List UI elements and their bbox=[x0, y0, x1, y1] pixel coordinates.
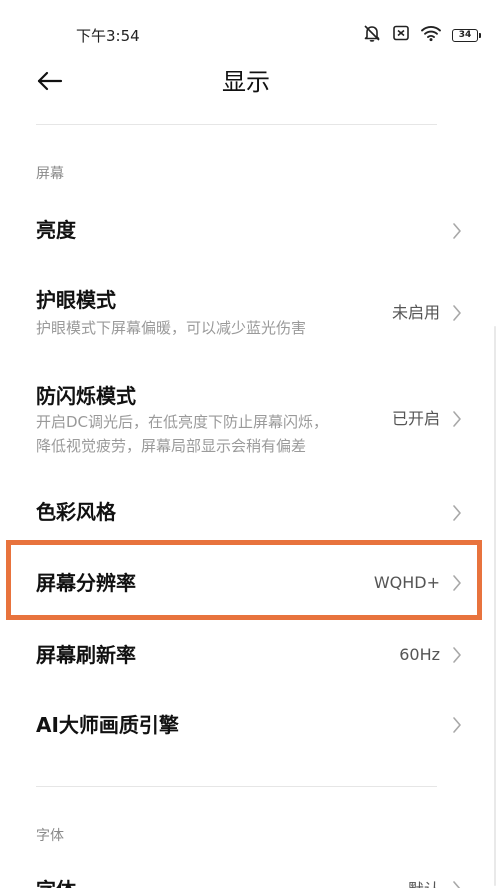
row-title: 屏幕刷新率 bbox=[36, 643, 136, 667]
bell-muted-icon bbox=[362, 23, 382, 47]
row-font[interactable]: 字体 默认 bbox=[0, 862, 486, 888]
battery-icon: 34 bbox=[452, 28, 481, 42]
chevron-right-icon bbox=[450, 220, 464, 242]
chevron-right-icon bbox=[450, 502, 464, 524]
row-title: 护眼模式 bbox=[36, 288, 116, 312]
chevron-right-icon bbox=[450, 644, 464, 666]
section-header-screen: 屏幕 bbox=[36, 166, 64, 182]
row-color-style[interactable]: 色彩风格 bbox=[0, 478, 486, 548]
row-subtitle-line2: 降低视觉疲劳，屏幕局部显示会稍有偏差 bbox=[36, 437, 307, 455]
scrollbar[interactable] bbox=[494, 326, 496, 886]
row-ai-picture-engine[interactable]: AI大师画质引擎 bbox=[0, 690, 486, 760]
row-value: 未启用 bbox=[391, 303, 440, 322]
row-subtitle: 开启DC调光后，在低亮度下防止屏幕闪烁， bbox=[36, 413, 329, 431]
status-icons: 34 bbox=[362, 23, 481, 47]
row-title: 防闪烁模式 bbox=[36, 384, 136, 408]
row-title: AI大师画质引擎 bbox=[36, 713, 179, 737]
row-value: 60Hz bbox=[399, 645, 440, 664]
row-value: 默认 bbox=[408, 878, 440, 888]
sim-x-icon bbox=[392, 24, 410, 46]
row-subtitle: 护眼模式下屏幕偏暖，可以减少蓝光伤害 bbox=[36, 319, 307, 337]
battery-level: 34 bbox=[458, 30, 472, 40]
row-title: 色彩风格 bbox=[36, 500, 116, 524]
row-title: 字体 bbox=[36, 876, 76, 888]
section-divider bbox=[36, 786, 437, 787]
highlight-box bbox=[6, 540, 482, 620]
chevron-right-icon bbox=[450, 714, 464, 736]
chevron-right-icon bbox=[450, 302, 464, 324]
chevron-right-icon bbox=[450, 878, 464, 888]
row-value: 已开启 bbox=[391, 409, 440, 428]
row-title: 亮度 bbox=[36, 218, 76, 242]
row-brightness[interactable]: 亮度 bbox=[0, 196, 486, 266]
status-time: 下午3:54 bbox=[76, 27, 140, 45]
row-eye-care-mode[interactable]: 护眼模式 护眼模式下屏幕偏暖，可以减少蓝光伤害 未启用 bbox=[0, 272, 486, 352]
wifi-icon bbox=[420, 24, 442, 46]
section-header-font: 字体 bbox=[36, 828, 64, 844]
page-title: 显示 bbox=[222, 68, 270, 96]
header-divider bbox=[36, 124, 437, 125]
row-anti-flicker-mode[interactable]: 防闪烁模式 开启DC调光后，在低亮度下防止屏幕闪烁， 降低视觉疲劳，屏幕局部显示… bbox=[0, 366, 486, 472]
chevron-right-icon bbox=[450, 408, 464, 430]
row-refresh-rate[interactable]: 屏幕刷新率 60Hz bbox=[0, 620, 486, 690]
